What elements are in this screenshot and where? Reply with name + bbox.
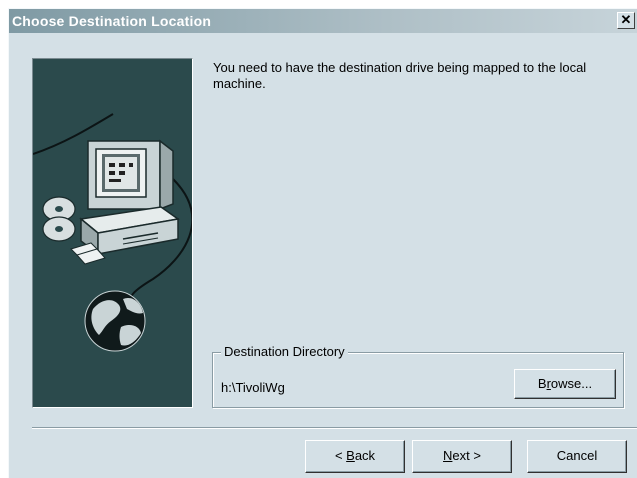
next-label-post: ext >: [452, 448, 481, 463]
back-label-post: ack: [354, 448, 376, 463]
monitor-icon: [87, 139, 174, 211]
next-label-mnemonic: N: [443, 448, 453, 463]
browse-button[interactable]: Browse...: [514, 369, 616, 399]
globe-icon: [84, 290, 146, 352]
cd-disc-icon: [42, 196, 76, 242]
instruction-text: You need to have the destination drive b…: [213, 60, 587, 91]
cancel-button[interactable]: Cancel: [527, 440, 627, 473]
browse-label-pre: B: [537, 376, 547, 391]
back-label-pre: <: [334, 448, 347, 463]
title-bar[interactable]: Choose Destination Location ✕: [9, 9, 637, 33]
destination-directory-group: Destination Directory h:\TivoliWg Browse…: [212, 344, 624, 408]
choose-destination-dialog: Choose Destination Location ✕ You need t…: [8, 8, 637, 478]
back-button[interactable]: < Back: [305, 440, 405, 473]
close-button[interactable]: ✕: [617, 12, 635, 29]
computer-disk-globe-illustration: [33, 113, 192, 352]
setup-illustration: [32, 58, 193, 408]
window-title: Choose Destination Location: [12, 13, 212, 29]
close-icon: ✕: [620, 12, 632, 27]
destination-directory-label: Destination Directory: [221, 344, 348, 359]
back-label-mnemonic: B: [346, 448, 355, 463]
button-separator: [32, 427, 637, 429]
destination-path: h:\TivoliWg: [221, 380, 285, 395]
browse-label-post: owse...: [550, 376, 593, 391]
next-button[interactable]: Next >: [412, 440, 512, 473]
